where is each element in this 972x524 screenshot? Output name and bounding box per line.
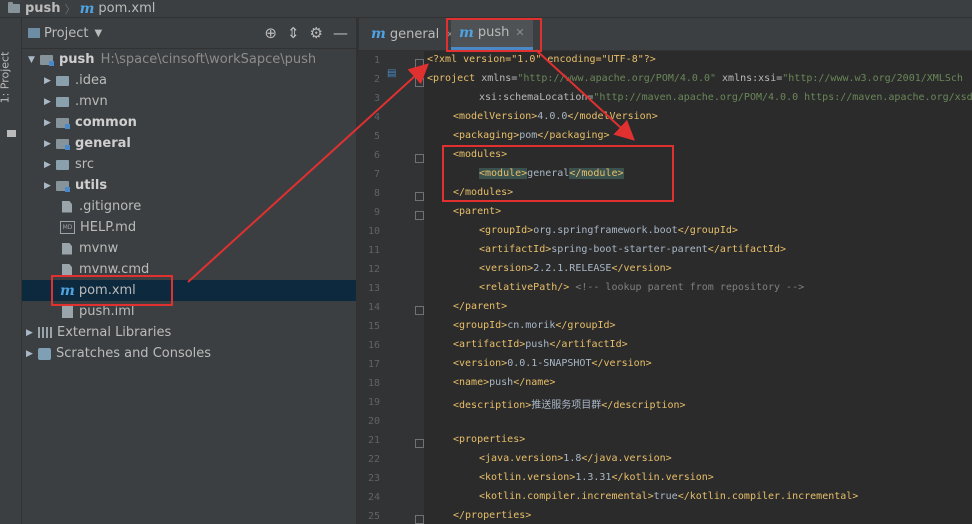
arrow-pom-to-xml	[187, 63, 429, 283]
annotation-arrows	[187, 49, 635, 283]
arrow-tab-to-modules	[535, 49, 635, 141]
